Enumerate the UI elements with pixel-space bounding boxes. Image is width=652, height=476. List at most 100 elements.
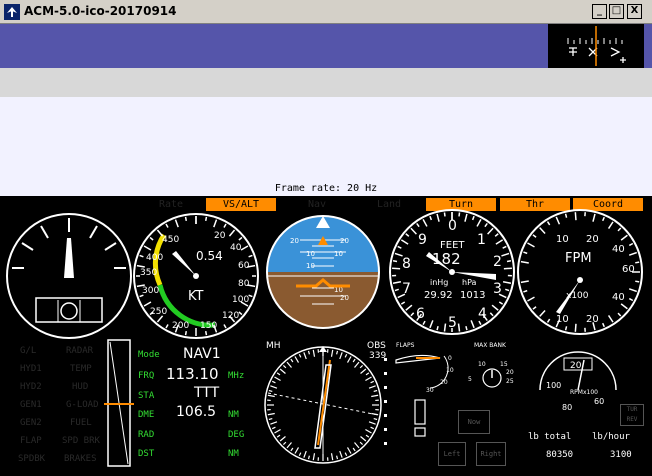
gauge-tick <box>303 352 307 360</box>
nav-dme-value: 106.5 <box>176 404 217 420</box>
nav-frq-unit: MHz <box>228 371 245 381</box>
vsi-unit: FPM <box>565 251 592 266</box>
alt-dial-label: 7 <box>402 281 411 297</box>
switch-spdbk[interactable]: SPDBK <box>18 454 45 464</box>
rpm-tick: 60 <box>594 397 604 406</box>
switch-gen2[interactable]: GEN2 <box>20 418 42 428</box>
gauge-tick <box>523 251 528 255</box>
gauge-tick <box>476 219 482 227</box>
gauge-tick <box>352 447 356 452</box>
switch-gl[interactable]: G/L <box>20 346 36 356</box>
gauge-tick <box>359 441 364 446</box>
switch-flap[interactable]: FLAP <box>20 436 42 446</box>
gauge-tick <box>628 288 638 293</box>
rpm-tick: 100 <box>546 381 561 390</box>
gauge-tick <box>282 364 287 369</box>
turn-coordinator-gauge <box>6 213 132 339</box>
alt-dial-label: 2 <box>493 254 502 270</box>
alt-dial-label: 9 <box>418 232 427 248</box>
gauge-tick <box>471 215 475 221</box>
asi-tick-label: 150 <box>200 321 217 331</box>
gauge-tick <box>392 260 398 263</box>
vsi-tick-label: 40 <box>612 292 625 303</box>
fuel-flow-label: lb/hour <box>592 432 630 442</box>
gauge-tick <box>628 242 634 247</box>
gauge-tick <box>365 376 372 382</box>
gauge-tick <box>405 304 413 311</box>
nav-dme-unit: NM <box>228 410 239 420</box>
switch-hyd2[interactable]: HYD2 <box>20 382 42 392</box>
attitude-indicator: 20 10 10 20 10 10 20 <box>266 215 380 329</box>
gauge-tick <box>330 349 334 357</box>
obs-value[interactable]: 339 <box>369 351 386 361</box>
gauge-tick <box>344 353 348 358</box>
rpm-tick: 80 <box>562 403 572 412</box>
gauge-tick <box>532 306 537 310</box>
nav-frequency[interactable]: 113.10 <box>166 365 219 383</box>
switch-hud[interactable]: HUD <box>72 382 88 392</box>
gauge-tick <box>294 447 300 454</box>
gauge-tick <box>574 323 577 332</box>
switch-brakes[interactable]: BRAKES <box>64 454 97 464</box>
gauge-tick <box>352 358 356 363</box>
max-bank-selector[interactable]: MAX BANK 10 15 20 25 5 <box>468 342 514 388</box>
pitch-label: 10 <box>306 262 315 270</box>
vsi-tick-label: 20 <box>586 234 599 245</box>
gauge-tick <box>371 394 379 398</box>
asi-tick-label: 120 <box>222 311 239 321</box>
asi-tick-label: 250 <box>150 307 167 317</box>
hpa-label: hPa <box>462 278 477 287</box>
asi-tick-label: 400 <box>146 253 163 263</box>
gauge-tick <box>354 442 360 449</box>
obs-label: OBS <box>367 341 386 351</box>
gauge-tick <box>336 350 339 355</box>
switch-hyd1[interactable]: HYD1 <box>20 364 42 374</box>
gauge-tick <box>346 447 352 454</box>
gauge-tick <box>635 261 640 264</box>
switch-spd-brk[interactable]: SPD BRK <box>62 436 100 446</box>
pitch-label: 20 <box>340 237 349 245</box>
pressure-setting: 29.92 <box>424 290 453 301</box>
fuel-total-value: 80350 <box>546 450 574 460</box>
gauge-tick <box>204 331 208 336</box>
nav-rad-unit: DEG <box>228 430 245 440</box>
asi-tick-label: 300 <box>142 286 159 296</box>
gauge-tick <box>443 212 446 217</box>
switch-fuel[interactable]: FUEL <box>70 418 92 428</box>
gauge-tick <box>505 288 510 292</box>
alt-dial-label: 8 <box>402 256 411 272</box>
nav-mode-value[interactable]: NAV1 <box>183 346 221 362</box>
asi-tick-label: 200 <box>172 321 189 331</box>
max-bank-label: MAX BANK <box>474 342 507 349</box>
gauge-tick <box>555 216 561 225</box>
gauge-tick <box>502 245 507 249</box>
gauge-tick <box>268 389 273 392</box>
tur-rev-button[interactable]: TUR REV <box>620 404 644 426</box>
bank-tick: 25 <box>506 378 514 385</box>
switch-g-load[interactable]: G-LOAD <box>66 400 99 410</box>
gauge-tick <box>628 251 638 256</box>
gauge-tick <box>520 280 529 284</box>
nav-dst-label: DST <box>138 449 155 459</box>
gauge-tick <box>271 380 276 384</box>
alt-dial-label: 4 <box>478 306 487 322</box>
nav-mode-label: Mode <box>138 350 160 360</box>
right-button[interactable]: Right <box>476 442 506 466</box>
gauge-tick <box>564 213 568 218</box>
gauge-tick <box>204 216 208 221</box>
switch-radar[interactable]: RADAR <box>66 346 93 356</box>
gauge-tick <box>506 260 512 263</box>
gauge-tick <box>223 324 227 329</box>
left-button[interactable]: Left <box>438 442 466 466</box>
switch-gen1[interactable]: GEN1 <box>20 400 42 410</box>
bank-tick: 20 <box>506 369 514 376</box>
gauge-tick <box>360 436 367 442</box>
app-window: ACM-5.0-ico-20170914 _ □ X Frame rate: 2… <box>0 0 652 476</box>
hpa-setting: 1013 <box>460 290 485 301</box>
switch-temp[interactable]: TEMP <box>70 364 92 374</box>
flap-tick: 30 <box>426 387 434 394</box>
gauge-tick <box>620 303 628 310</box>
gauge-tick <box>400 239 409 245</box>
now-button[interactable]: Now <box>458 410 490 434</box>
alt-dial-label: 3 <box>493 281 502 297</box>
